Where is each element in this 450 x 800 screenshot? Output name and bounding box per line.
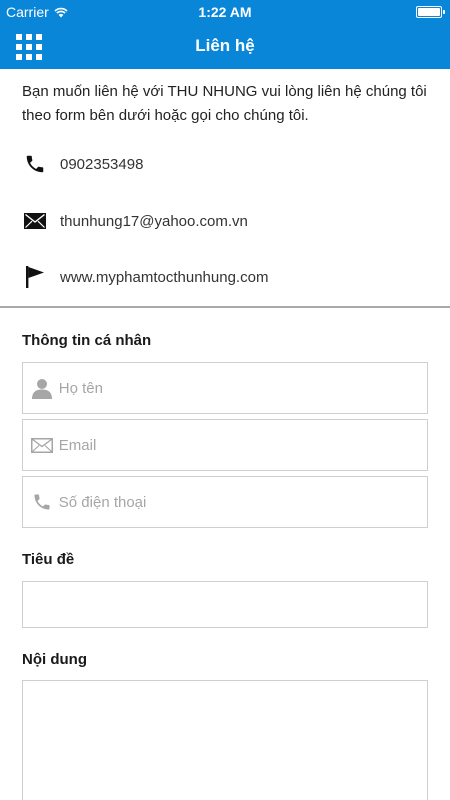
- section-divider: [0, 306, 450, 308]
- grid-menu-icon[interactable]: [16, 34, 42, 60]
- personal-info-label: Thông tin cá nhân: [22, 332, 152, 349]
- email-field[interactable]: [22, 419, 428, 471]
- contact-website-row[interactable]: www.myphamtocthunhung.com: [22, 264, 268, 290]
- page-title: Liên hệ: [195, 36, 255, 55]
- envelope-outline-icon: [23, 437, 55, 453]
- envelope-icon: [22, 208, 48, 234]
- user-icon: [23, 377, 55, 399]
- name-field[interactable]: [22, 362, 428, 414]
- intro-text: Bạn muốn liên hệ với THU NHUNG vui lòng …: [22, 83, 427, 124]
- battery-icon: [416, 6, 445, 18]
- contact-email-row[interactable]: thunhung17@yahoo.com.vn: [22, 208, 248, 234]
- phone-gray-icon: [23, 492, 55, 512]
- contact-email-value: thunhung17@yahoo.com.vn: [60, 212, 248, 230]
- content-label: Nội dung: [22, 651, 87, 668]
- phone-icon: [22, 151, 48, 177]
- phone-field[interactable]: [22, 476, 428, 528]
- contact-website-value: www.myphamtocthunhung.com: [60, 268, 269, 286]
- email-input[interactable]: [54, 420, 427, 470]
- nav-bar: Liên hệ: [0, 24, 450, 69]
- subject-label: Tiêu đề: [22, 551, 75, 568]
- subject-input[interactable]: [23, 582, 427, 627]
- name-input[interactable]: [54, 363, 427, 413]
- subject-field[interactable]: [22, 581, 428, 628]
- content-textarea[interactable]: [23, 681, 427, 800]
- status-time: 1:22 AM: [198, 4, 252, 20]
- status-bar: Carrier 1:22 AM: [0, 0, 450, 24]
- content-field[interactable]: [22, 680, 428, 800]
- contact-phone-row[interactable]: 0902353498: [22, 151, 143, 177]
- battery-level: [418, 8, 440, 16]
- phone-input[interactable]: [54, 477, 427, 527]
- flag-icon: [22, 264, 48, 290]
- contact-phone-value: 0902353498: [60, 155, 144, 173]
